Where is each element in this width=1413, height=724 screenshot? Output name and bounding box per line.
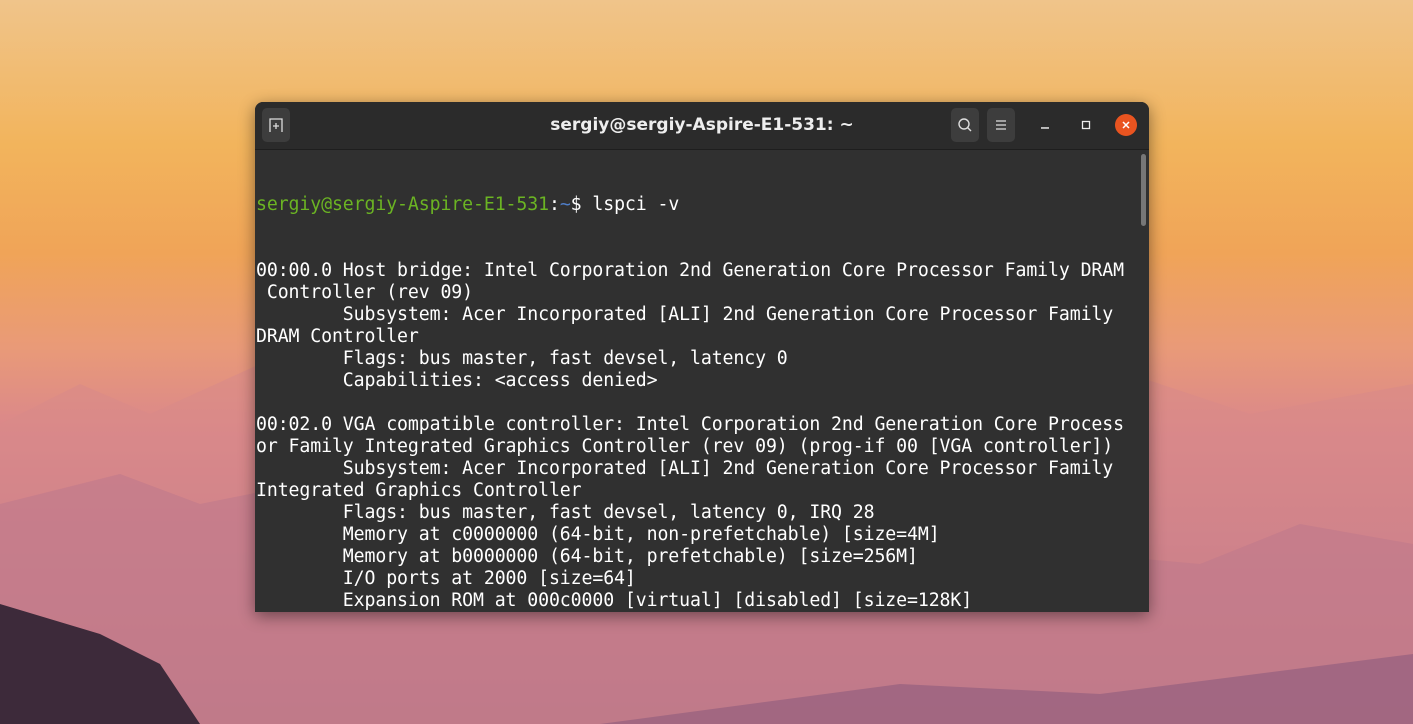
output-line: Controller (rev 09) bbox=[256, 282, 473, 303]
search-icon bbox=[958, 118, 972, 132]
scrollbar[interactable] bbox=[1141, 154, 1146, 226]
output-line: I/O ports at 2000 [size=64] bbox=[256, 568, 636, 589]
output-line: Subsystem: Acer Incorporated [ALI] 2nd G… bbox=[256, 458, 1114, 479]
output-line: DRAM Controller bbox=[256, 326, 419, 347]
command-text: lspci -v bbox=[592, 194, 680, 215]
close-button[interactable] bbox=[1115, 114, 1137, 136]
output-line: Expansion ROM at 000c0000 [virtual] [dis… bbox=[256, 590, 973, 611]
output-line: or Family Integrated Graphics Controller… bbox=[256, 436, 1114, 457]
hamburger-menu-icon bbox=[996, 120, 1006, 130]
prompt-colon: : bbox=[548, 194, 560, 215]
prompt-user-host: sergiy@sergiy-Aspire-E1-531 bbox=[256, 194, 549, 215]
maximize-icon bbox=[1081, 120, 1091, 130]
output-line: Memory at b0000000 (64-bit, prefetchable… bbox=[256, 546, 918, 567]
output-line: Subsystem: Acer Incorporated [ALI] 2nd G… bbox=[256, 304, 1114, 325]
output-line: Flags: bus master, fast devsel, latency … bbox=[256, 502, 875, 523]
title-bar: sergiy@sergiy-Aspire-E1-531: ~ bbox=[255, 102, 1149, 150]
output-line: 00:00.0 Host bridge: Intel Corporation 2… bbox=[256, 260, 1124, 281]
prompt-line: sergiy@sergiy-Aspire-E1-531:~$ lspci -v bbox=[256, 194, 1137, 216]
prompt-path: ~ bbox=[559, 194, 571, 215]
output-line: Memory at c0000000 (64-bit, non-prefetch… bbox=[256, 524, 940, 545]
minimize-icon bbox=[1041, 127, 1049, 129]
search-button[interactable] bbox=[951, 108, 979, 142]
minimize-button[interactable] bbox=[1034, 114, 1056, 136]
output-line: 00:02.0 VGA compatible controller: Intel… bbox=[256, 414, 1124, 435]
terminal-window: sergiy@sergiy-Aspire-E1-531: ~ sergiy@se… bbox=[255, 102, 1149, 612]
output-line: Flags: bus master, fast devsel, latency … bbox=[256, 348, 788, 369]
terminal-output[interactable]: sergiy@sergiy-Aspire-E1-531:~$ lspci -v … bbox=[256, 150, 1137, 612]
close-icon bbox=[1122, 121, 1130, 129]
menu-button[interactable] bbox=[987, 108, 1015, 142]
output-line: Integrated Graphics Controller bbox=[256, 480, 582, 501]
output-line: Capabilities: <access denied> bbox=[256, 370, 658, 391]
maximize-button[interactable] bbox=[1075, 114, 1097, 136]
prompt-dollar: $ bbox=[570, 194, 593, 215]
